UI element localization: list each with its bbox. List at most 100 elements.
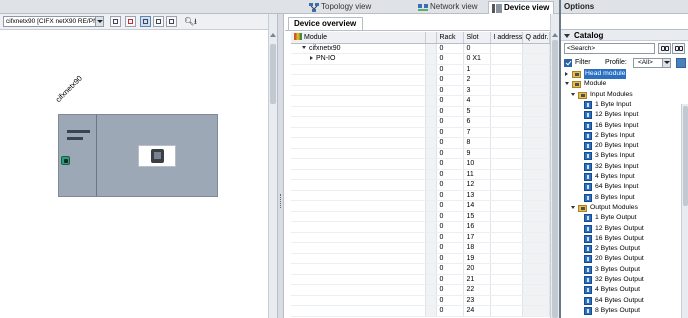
zoom-icon[interactable]: 🔍︎ <box>184 17 194 26</box>
collapse-icon[interactable] <box>571 92 575 96</box>
i-address-cell[interactable] <box>490 64 523 75</box>
q-address-cell[interactable] <box>522 106 550 117</box>
q-address-cell[interactable] <box>522 43 550 54</box>
i-address-cell[interactable] <box>490 43 523 54</box>
module-cell[interactable] <box>291 169 426 180</box>
ethernet-port-icon[interactable] <box>61 156 70 165</box>
table-row[interactable]: 0 24 <box>291 305 550 317</box>
rack-cell[interactable]: 0 <box>436 284 464 296</box>
left-vertical-scrollbar[interactable] <box>268 14 277 318</box>
scroll-thumb[interactable] <box>552 40 558 318</box>
column-header-q-address[interactable]: Q addr... <box>522 32 550 44</box>
module-cell[interactable] <box>291 74 426 86</box>
rack-cell[interactable]: 0 <box>436 274 464 285</box>
rack-cell[interactable]: 0 <box>436 169 464 180</box>
q-address-cell[interactable] <box>522 74 550 86</box>
collapse-icon[interactable] <box>302 45 306 49</box>
module-cell[interactable] <box>291 284 426 296</box>
i-address-cell[interactable] <box>490 221 523 233</box>
q-address-cell[interactable] <box>522 253 550 264</box>
module-cell[interactable] <box>291 158 426 170</box>
rack-cell[interactable]: 0 <box>436 221 464 233</box>
q-address-cell[interactable] <box>522 64 550 75</box>
q-address-cell[interactable] <box>522 305 550 317</box>
rack-cell[interactable]: 0 <box>436 232 464 243</box>
slot-cell[interactable]: 16 <box>463 221 491 233</box>
rack-cell[interactable]: 0 <box>436 85 464 96</box>
table-row[interactable]: 09 <box>291 148 550 159</box>
i-address-cell[interactable] <box>490 284 523 296</box>
i-address-cell[interactable] <box>490 53 523 65</box>
q-address-cell[interactable] <box>522 200 550 212</box>
rack-cell[interactable]: 0 <box>436 43 464 54</box>
rack-cell[interactable]: 0 <box>436 137 464 149</box>
search-forward-button[interactable] <box>658 43 671 54</box>
i-address-cell[interactable] <box>490 211 523 222</box>
filter-checkbox[interactable] <box>564 59 572 67</box>
scroll-thumb[interactable] <box>270 44 276 104</box>
i-address-cell[interactable] <box>490 116 523 128</box>
q-address-cell[interactable] <box>522 221 550 233</box>
profile-settings-button[interactable] <box>676 58 686 68</box>
scroll-up-icon[interactable] <box>552 33 558 37</box>
rack-cell[interactable]: 0 <box>436 263 464 275</box>
i-address-cell[interactable] <box>490 295 523 306</box>
module-cell[interactable] <box>291 64 426 75</box>
q-address-cell[interactable] <box>522 232 550 243</box>
table-row[interactable]: cifxnetx90 0 0 <box>291 43 550 54</box>
slot-cell[interactable]: 1 <box>463 64 491 75</box>
i-address-cell[interactable] <box>490 305 523 317</box>
slot-cell[interactable]: 11 <box>463 169 491 180</box>
table-row[interactable]: 0 22 <box>291 284 550 296</box>
slot-cell[interactable]: 10 <box>463 158 491 170</box>
module-cell[interactable] <box>291 232 426 243</box>
tab-device-view[interactable]: Device view <box>488 1 554 14</box>
table-row[interactable]: 0 12 <box>291 179 550 191</box>
q-address-cell[interactable] <box>522 211 550 222</box>
i-address-cell[interactable] <box>490 200 523 212</box>
rack-cell[interactable]: 0 <box>436 74 464 86</box>
rack-cell[interactable]: 0 <box>436 64 464 75</box>
slot-cell[interactable]: 18 <box>463 242 491 254</box>
q-address-cell[interactable] <box>522 95 550 107</box>
slot-cell[interactable]: 8 <box>463 137 491 149</box>
module-cell[interactable] <box>291 85 426 96</box>
slot-cell[interactable]: 24 <box>463 305 491 317</box>
module-cell[interactable] <box>291 95 426 107</box>
expand-icon[interactable] <box>310 56 313 61</box>
table-row[interactable]: 0 10 <box>291 158 550 170</box>
module-cell[interactable]: cifxnetx90 <box>291 43 426 54</box>
module-cell[interactable] <box>291 148 426 159</box>
i-address-cell[interactable] <box>490 179 523 191</box>
table-row[interactable]: 0 18 <box>291 242 550 254</box>
tab-network-view[interactable]: Network view <box>415 1 485 14</box>
table-row[interactable]: 0 13 <box>291 190 550 201</box>
head-module-image[interactable] <box>138 145 176 167</box>
profile-select[interactable]: <All> <box>633 58 671 68</box>
module-cell[interactable] <box>291 106 426 117</box>
module-cell[interactable] <box>291 190 426 201</box>
pane-splitter[interactable] <box>277 14 284 318</box>
i-address-cell[interactable] <box>490 74 523 86</box>
slot-cell[interactable]: 3 <box>463 85 491 96</box>
table-row[interactable]: 07 <box>291 127 550 138</box>
module-cell[interactable] <box>291 179 426 191</box>
slot-cell[interactable]: 0 <box>463 43 491 54</box>
table-row[interactable]: 0 16 <box>291 221 550 233</box>
catalog-header[interactable]: Catalog <box>561 29 688 41</box>
slot-cell[interactable]: 15 <box>463 211 491 222</box>
i-address-cell[interactable] <box>490 95 523 107</box>
scroll-up-icon[interactable] <box>270 33 276 37</box>
module-cell[interactable]: PN-IO <box>291 53 426 65</box>
scroll-thumb[interactable] <box>683 106 688 206</box>
slot-cell[interactable]: 2 <box>463 74 491 86</box>
i-address-cell[interactable] <box>490 106 523 117</box>
i-address-cell[interactable] <box>490 190 523 201</box>
i-address-cell[interactable] <box>490 253 523 264</box>
slot-cell[interactable]: 12 <box>463 179 491 191</box>
table-row[interactable]: 0 20 <box>291 263 550 275</box>
table-row[interactable]: 0 15 <box>291 211 550 222</box>
q-address-cell[interactable] <box>522 85 550 96</box>
device-selector[interactable]: cifxnetx90 [CIFX netX90 RE/PN <box>3 16 104 27</box>
catalog-scrollbar[interactable] <box>681 104 688 318</box>
